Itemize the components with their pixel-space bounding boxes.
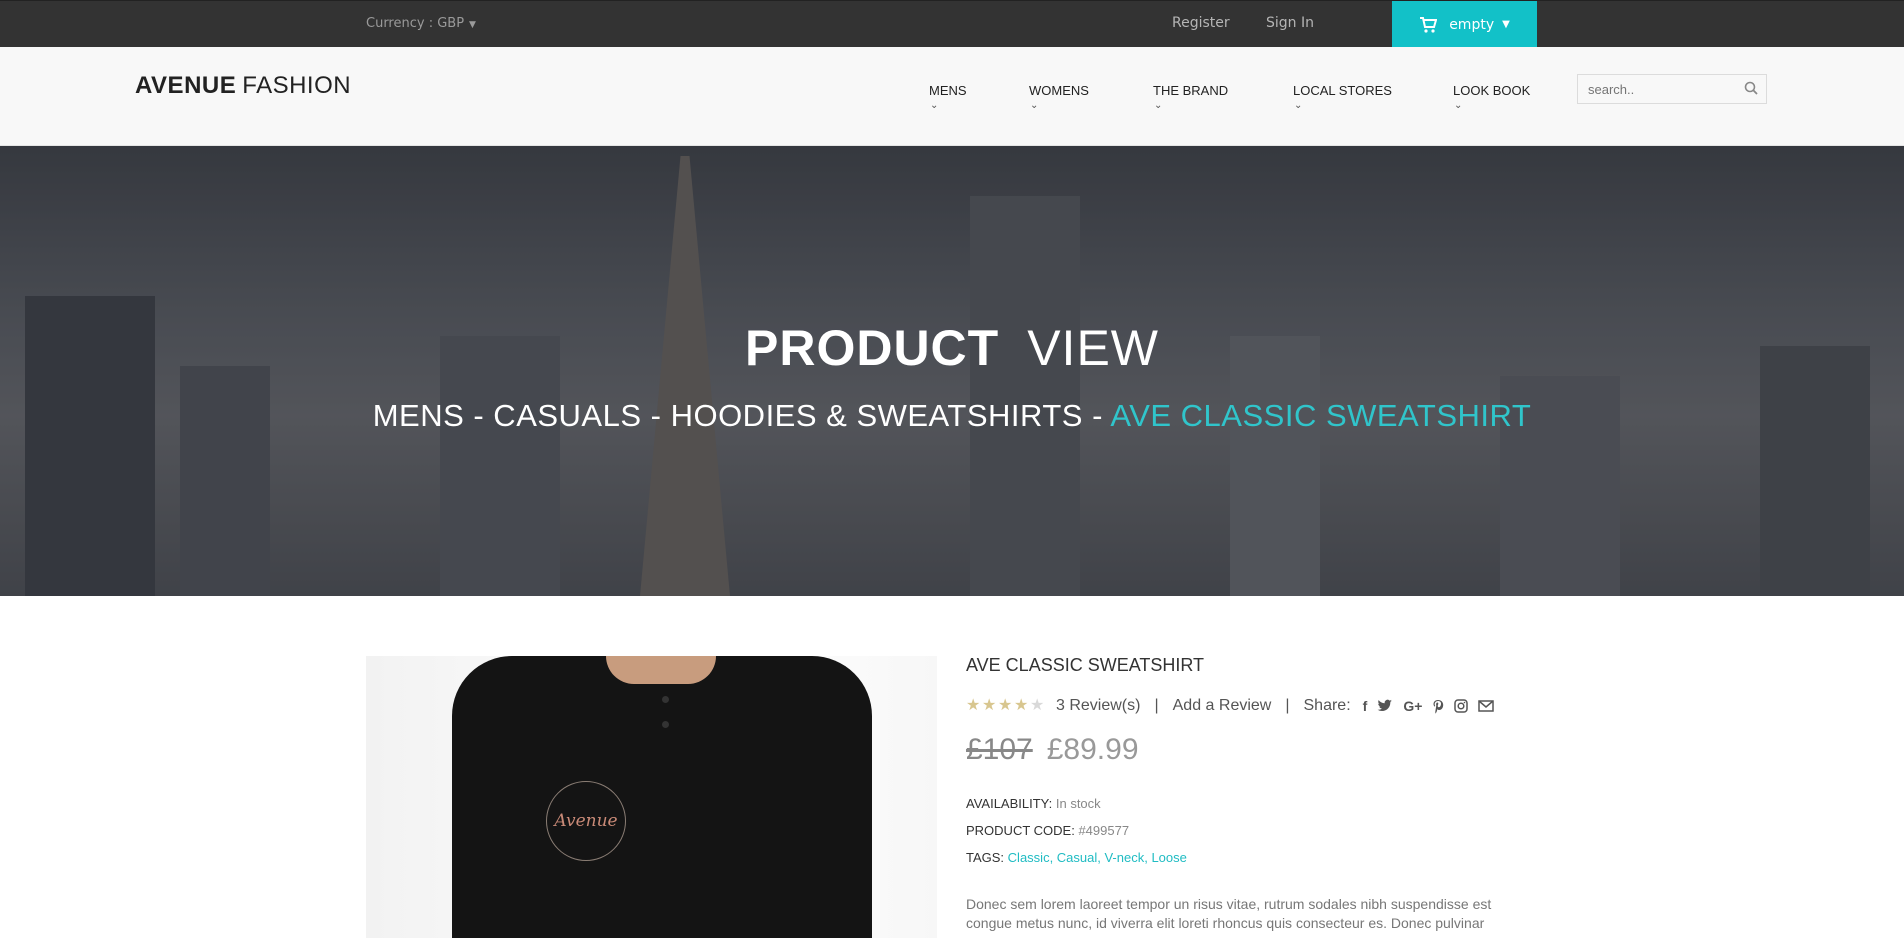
product-code-row: PRODUCT CODE: #499577 <box>966 823 1129 838</box>
logo-bold: AVENUE <box>135 72 237 99</box>
hero-banner: PRODUCT VIEW MENS - CASUALS - HOODIES & S… <box>0 146 1904 596</box>
breadcrumb-current: AVE CLASSIC SWEATSHIRT <box>1110 398 1532 433</box>
product-neck <box>606 656 716 684</box>
register-link[interactable]: Register <box>1172 15 1230 31</box>
page-title: PRODUCT VIEW <box>0 319 1904 377</box>
cart-label: empty <box>1449 16 1495 33</box>
nav-item-local-stores[interactable]: LOCAL STORES ⌄ <box>1293 83 1392 111</box>
search-box <box>1577 74 1767 104</box>
main-header: AVENUE FASHION MENS ⌄ WOMENS ⌄ THE BRAND ⌄ L… <box>0 47 1904 146</box>
badge-text: Avenue <box>554 811 618 831</box>
star-icon: ★ <box>998 697 1013 714</box>
product-code-label: PRODUCT CODE: <box>966 823 1075 838</box>
search-input[interactable] <box>1578 75 1728 103</box>
cart-icon <box>1420 16 1438 33</box>
product-code-value: #499577 <box>1078 823 1130 838</box>
nav-item-womens[interactable]: WOMENS ⌄ <box>1029 83 1089 111</box>
product-meta: ★ ★ ★ ★ ★ 3 Review(s) | Add a Review | S… <box>966 697 1495 715</box>
chevron-down-icon: ⌄ <box>930 100 939 111</box>
availability-row: AVAILABILITY: In stock <box>966 796 1101 811</box>
email-icon[interactable] <box>1478 700 1495 712</box>
site-logo[interactable]: AVENUE FASHION <box>135 72 351 100</box>
logo-light: FASHION <box>242 72 352 99</box>
shirt-button <box>662 721 669 728</box>
google-plus-icon[interactable]: G+ <box>1403 698 1422 714</box>
product-image[interactable]: Avenue <box>366 656 937 938</box>
old-price: £107 <box>966 733 1033 766</box>
top-bar: Currency : GBP ▼ Register Sign In empty ▼ <box>0 0 1904 48</box>
star-icon: ★ <box>982 697 997 714</box>
breadcrumb: MENS - CASUALS - HOODIES & SWEATSHIRTS -… <box>0 398 1904 434</box>
separator: | <box>1154 697 1159 714</box>
current-price: £89.99 <box>1046 733 1139 766</box>
title-light: VIEW <box>1027 320 1159 376</box>
nav-label: LOCAL STORES <box>1293 83 1392 98</box>
reviews-link[interactable]: 3 Review(s) <box>1056 697 1140 715</box>
chevron-down-icon: ⌄ <box>1454 100 1463 111</box>
star-icon: ★ <box>966 697 981 714</box>
sign-in-link[interactable]: Sign In <box>1266 15 1314 31</box>
nav-label: THE BRAND <box>1153 83 1229 98</box>
cart-button[interactable]: empty ▼ <box>1392 1 1537 48</box>
product-logo-badge: Avenue <box>546 781 626 861</box>
pinterest-icon[interactable] <box>1432 699 1444 714</box>
availability-label: AVAILABILITY: <box>966 796 1053 811</box>
tags-label: TAGS: <box>966 850 1005 865</box>
star-icon: ★ <box>1030 697 1045 714</box>
chevron-down-icon: ▼ <box>469 20 476 30</box>
product-price: £107 £89.99 <box>966 733 1139 767</box>
add-review-link[interactable]: Add a Review <box>1173 697 1272 715</box>
nav-label: WOMENS <box>1029 83 1089 98</box>
nav-label: MENS <box>929 83 967 98</box>
facebook-icon[interactable]: f <box>1363 698 1368 714</box>
tags-list[interactable]: Classic, Casual, V-neck, Loose <box>1008 850 1187 865</box>
product-description: Donec sem lorem laoreet tempor un risus … <box>966 896 1492 931</box>
title-bold: PRODUCT <box>744 320 1000 376</box>
chevron-down-icon: ⌄ <box>1294 100 1303 111</box>
nav-item-mens[interactable]: MENS ⌄ <box>929 83 967 111</box>
nav-item-look-book[interactable]: LOOK BOOK ⌄ <box>1453 83 1530 111</box>
share-icons: f G+ <box>1363 698 1495 714</box>
search-icon[interactable] <box>1744 81 1758 95</box>
nav-label: LOOK BOOK <box>1453 83 1531 98</box>
nav-item-the-brand[interactable]: THE BRAND ⌄ <box>1153 83 1228 111</box>
star-icon: ★ <box>1014 697 1029 714</box>
currency-label: Currency : GBP <box>366 16 465 31</box>
breadcrumb-path[interactable]: MENS - CASUALS - HOODIES & SWEATSHIRTS - <box>373 398 1111 433</box>
chevron-down-icon: ▼ <box>1502 19 1510 30</box>
twitter-icon[interactable] <box>1377 699 1393 713</box>
availability-value: In stock <box>1055 796 1101 811</box>
shirt-button <box>662 696 669 703</box>
share-label: Share: <box>1303 697 1351 714</box>
chevron-down-icon: ⌄ <box>1154 100 1163 111</box>
currency-selector[interactable]: Currency : GBP ▼ <box>366 16 476 31</box>
product-name: AVE CLASSIC SWEATSHIRT <box>966 655 1205 675</box>
rating-stars: ★ ★ ★ ★ ★ <box>966 698 1046 714</box>
chevron-down-icon: ⌄ <box>1030 100 1039 111</box>
tags-row: TAGS: Classic, Casual, V-neck, Loose <box>966 850 1187 865</box>
separator: | <box>1285 697 1290 714</box>
instagram-icon[interactable] <box>1454 699 1469 713</box>
